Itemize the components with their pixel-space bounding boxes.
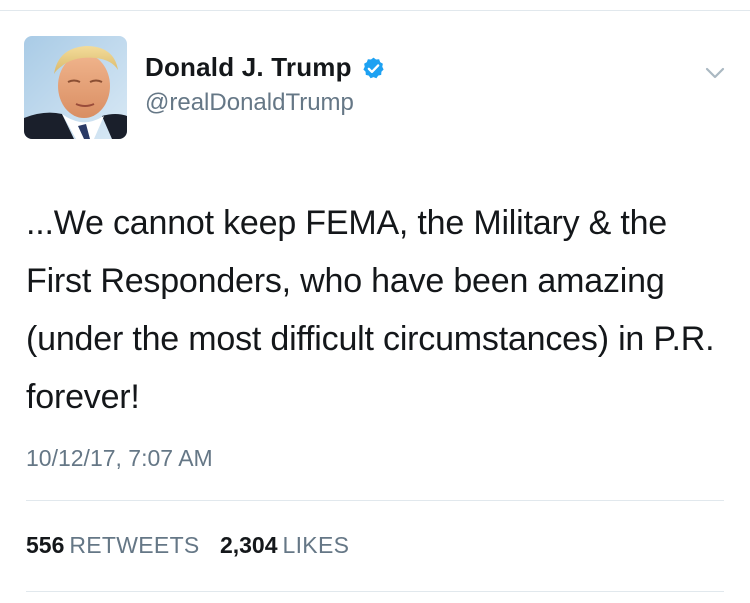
author-handle[interactable]: @realDonaldTrump bbox=[145, 89, 354, 117]
avatar-image bbox=[24, 36, 127, 139]
likes-label: LIKES bbox=[282, 532, 350, 558]
retweets-stat[interactable]: 556 RETWEETS bbox=[26, 532, 200, 559]
avatar[interactable] bbox=[24, 36, 127, 139]
author-display-name[interactable]: Donald J. Trump bbox=[145, 52, 352, 83]
likes-count: 2,304 bbox=[219, 532, 278, 558]
tweet-card: Donald J. Trump @realDonaldTrump ...We c… bbox=[0, 11, 750, 603]
author-display-name-row[interactable]: Donald J. Trump bbox=[145, 52, 386, 83]
stats-bottom-divider bbox=[26, 591, 724, 592]
likes-stat[interactable]: 2,304 LIKES bbox=[220, 532, 349, 559]
stats-top-divider bbox=[26, 500, 724, 501]
chevron-down-icon[interactable] bbox=[701, 59, 729, 87]
tweet-stats: 556 RETWEETS 2,304 LIKES bbox=[26, 532, 363, 559]
retweets-count: 556 bbox=[26, 532, 65, 558]
verified-badge-icon bbox=[361, 56, 386, 81]
retweets-label: RETWEETS bbox=[69, 532, 200, 558]
tweet-text: ...We cannot keep FEMA, the Military & t… bbox=[26, 204, 715, 416]
tweet-timestamp[interactable]: 10/12/17, 7:07 AM bbox=[26, 445, 213, 472]
